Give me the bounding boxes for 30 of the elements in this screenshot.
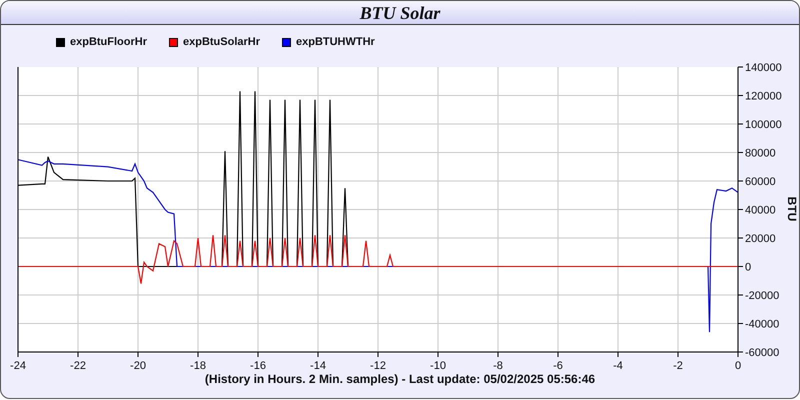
x-tick-label: -10 <box>430 360 446 371</box>
y-tick-label: -60000 <box>745 347 780 359</box>
x-tick-label: -12 <box>370 360 386 371</box>
y-tick-label: 140000 <box>745 62 782 74</box>
x-tick-label: 0 <box>734 360 742 371</box>
y-tick-label: 80000 <box>745 148 776 160</box>
y-tick-label: 20000 <box>745 233 776 245</box>
y-tick-label: 100000 <box>745 119 782 131</box>
y-tick-label: 120000 <box>745 90 782 102</box>
legend-label: expBtuFloorHr <box>70 34 147 50</box>
legend-label: expBTUHWTHr <box>296 34 375 50</box>
x-tick-label: -22 <box>70 360 86 371</box>
x-tick-label: -14 <box>310 360 326 371</box>
legend-label: expBtuSolarHr <box>183 34 260 50</box>
y-tick-label: 60000 <box>745 176 776 188</box>
x-tick-label: -8 <box>493 360 503 371</box>
x-tick-label: -18 <box>190 360 206 371</box>
x-tick-label: -24 <box>10 360 26 371</box>
y-tick-label: -40000 <box>745 318 780 330</box>
y-tick-label: 0 <box>745 262 752 274</box>
y-tick-label: 40000 <box>745 204 776 216</box>
y-tick-label: -20000 <box>745 290 780 302</box>
y-axis-label: BTU <box>785 196 799 222</box>
x-tick-label: -20 <box>130 360 146 371</box>
x-axis-label: (History in Hours. 2 Min. samples) - Last update: 05/02/2025 05:56:46 <box>204 371 596 387</box>
x-tick-label: -4 <box>613 360 623 371</box>
x-tick-label: -2 <box>673 360 683 371</box>
chart-title: BTU Solar <box>360 4 440 22</box>
x-tick-label: -16 <box>250 360 266 371</box>
x-tick-label: -6 <box>553 360 563 371</box>
